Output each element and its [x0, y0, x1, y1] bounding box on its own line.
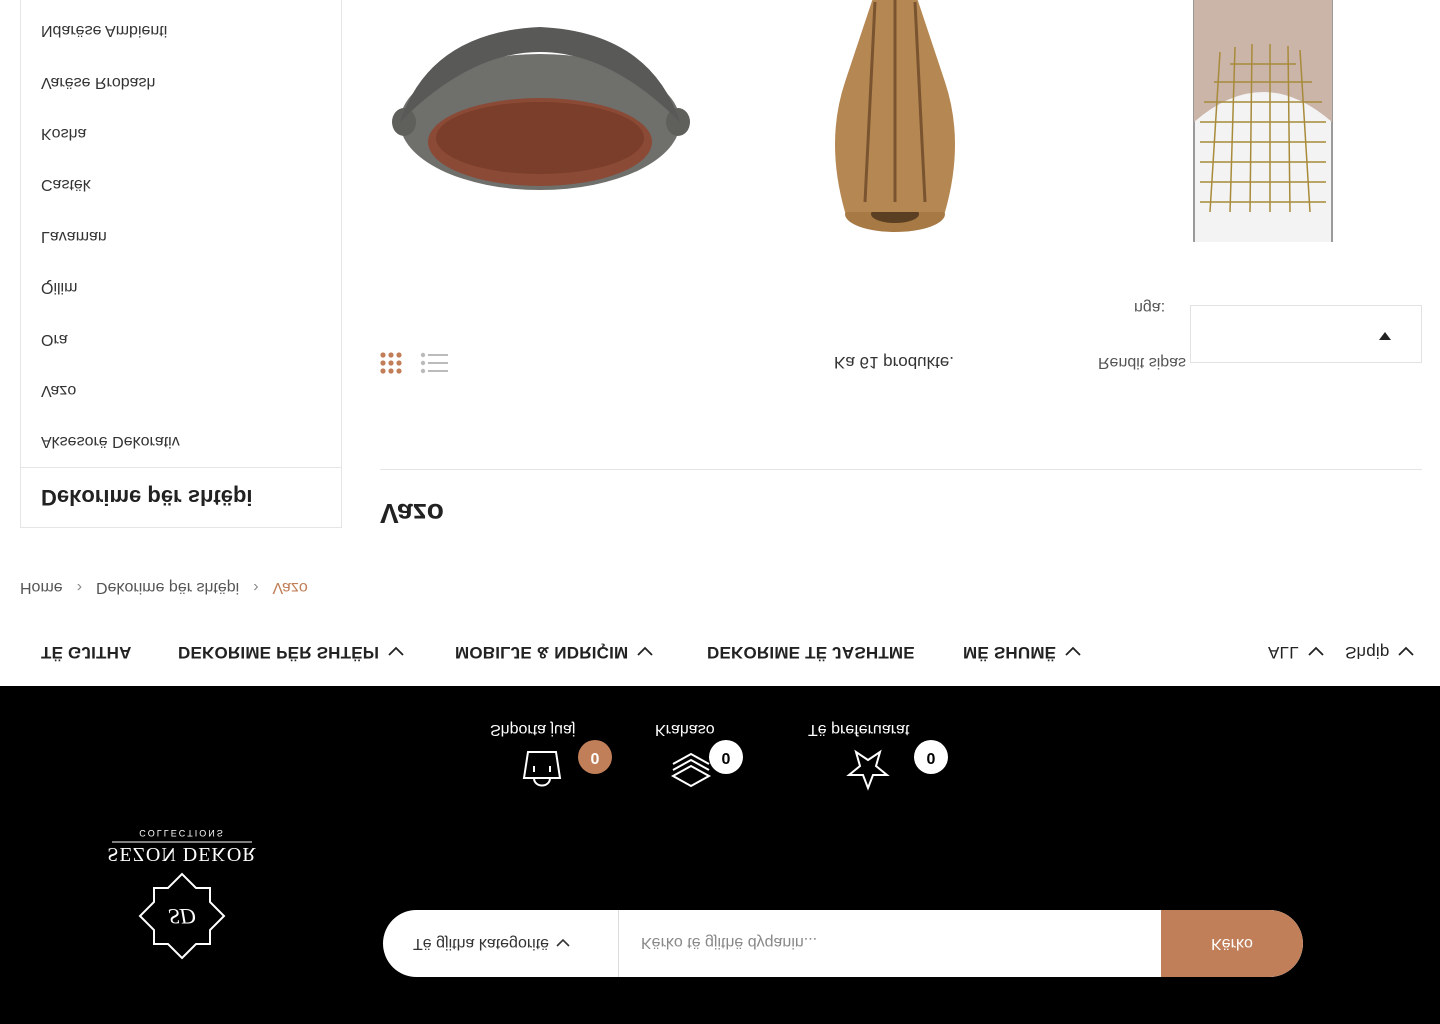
- svg-text:SEZON DEKOR: SEZON DEKOR: [107, 843, 256, 865]
- list-view-icon[interactable]: [420, 352, 448, 374]
- category-select[interactable]: Të gjitha kategoritë: [383, 910, 619, 977]
- wishlist-label: Të preferuarat: [808, 721, 910, 738]
- compare-count: 0: [709, 740, 743, 774]
- nav-item-label: MË SHUMË: [963, 643, 1057, 662]
- sidebar-item-bags[interactable]: Castëk: [21, 159, 341, 210]
- cart-link[interactable]: 0 Shporta juaj: [488, 714, 618, 794]
- wire-lamp-image[interactable]: [1190, 0, 1340, 242]
- breadcrumb: Home › Dekorime për shtëpi › Vazo: [20, 578, 308, 596]
- sidebar-item-vases[interactable]: Vazo: [21, 364, 341, 415]
- nav-item-label: DEKORIME TË JASHTME: [707, 643, 915, 662]
- cart-label: Shporta juaj: [490, 721, 576, 738]
- sidebar-item-coat-racks[interactable]: Varëse Rrobash: [21, 56, 341, 107]
- nav-item-all[interactable]: TË GJITHA: [41, 642, 132, 662]
- sidebar-item-sinks[interactable]: Lavaman: [21, 210, 341, 261]
- sidebar-item-room-dividers[interactable]: Ndarëse Ambienti: [21, 4, 341, 55]
- sidebar-item-baskets[interactable]: Kosha: [21, 107, 341, 158]
- svg-text:COLLECTIONS: COLLECTIONS: [139, 828, 225, 838]
- svg-text:SD: SD: [169, 904, 196, 929]
- category-select-label: Të gjitha kategoritë: [413, 935, 550, 953]
- wishlist-count: 0: [914, 740, 948, 774]
- star-icon: [846, 749, 890, 791]
- search-button[interactable]: Kërko: [1161, 910, 1303, 977]
- wishlist-link[interactable]: 0 Të preferuarat: [800, 714, 960, 794]
- breadcrumb-current: Vazo: [272, 579, 308, 596]
- shopping-bag-icon: [522, 751, 562, 787]
- search-bar: Të gjitha kategoritë Kërko: [383, 910, 1303, 977]
- main-nav: TË GJITHA DEKORIME PËR SHTËPI MOBILJE & …: [0, 614, 1440, 686]
- chevron-down-icon: [1065, 646, 1081, 656]
- nav-item-label: MOBILJE & NDRIÇIM: [455, 643, 629, 662]
- chevron-right-icon: ›: [76, 579, 83, 596]
- language-select[interactable]: Shqip: [1345, 642, 1415, 662]
- nav-item-label: DEKORIME PËR SHTËPI: [178, 643, 380, 662]
- chevron-down-icon: [1308, 646, 1324, 656]
- nav-item-home-decor[interactable]: DEKORIME PËR SHTËPI: [178, 642, 405, 662]
- nav-item-outdoor[interactable]: DEKORIME TË JASHTME: [707, 642, 915, 662]
- page: SD SEZON DEKOR COLLECTIONS Të gjitha kat…: [0, 0, 1440, 1024]
- sort-label: Rendit sipas nga:: [1098, 298, 1186, 372]
- site-header: SD SEZON DEKOR COLLECTIONS Të gjitha kat…: [0, 686, 1440, 1024]
- brand-logo[interactable]: SD SEZON DEKOR COLLECTIONS: [100, 826, 270, 966]
- wood-lamp-image[interactable]: [815, 0, 975, 242]
- chevron-down-icon: [637, 646, 654, 656]
- nav-item-furniture[interactable]: MOBILJE & NDRIÇIM: [455, 642, 654, 662]
- divider: [380, 469, 1422, 470]
- page-title: Vazo: [380, 498, 444, 529]
- grid-view-icon[interactable]: [380, 352, 402, 374]
- cart-count: 0: [578, 740, 612, 774]
- nav-item-label: TË GJITHA: [41, 643, 132, 662]
- category-sidebar: Dekorime për shtëpi Aksesorë Dekorativ V…: [20, 0, 342, 528]
- breadcrumb-parent[interactable]: Dekorime për shtëpi: [96, 578, 239, 596]
- sidebar-item-accessories[interactable]: Aksesorë Dekorativ: [21, 416, 341, 467]
- chevron-down-icon: [1398, 646, 1415, 656]
- nav-item-more[interactable]: MË SHUMË: [963, 642, 1082, 662]
- compare-link[interactable]: 0 Krahaso: [655, 714, 755, 794]
- chevron-down-icon: [388, 646, 404, 656]
- sidebar-title: Dekorime për shtëpi: [21, 467, 341, 527]
- currency-select[interactable]: ALL: [1268, 642, 1325, 662]
- caret-down-icon: [1379, 332, 1391, 340]
- chevron-down-icon: [556, 939, 570, 948]
- compare-label: Krahaso: [655, 721, 715, 738]
- breadcrumb-home[interactable]: Home: [20, 578, 63, 596]
- sort-select[interactable]: [1190, 305, 1422, 363]
- currency-label: ALL: [1268, 643, 1299, 662]
- search-input[interactable]: [639, 921, 1163, 963]
- layers-icon: [670, 752, 712, 788]
- sort-label-line1: Rendit sipas: [1098, 354, 1187, 371]
- chevron-right-icon: ›: [253, 579, 259, 596]
- language-label: Shqip: [1345, 643, 1390, 662]
- stone-bowl-image[interactable]: [390, 0, 700, 242]
- sidebar-item-rugs[interactable]: Qilim: [21, 261, 341, 312]
- product-count: Ka 61 produkte.: [834, 353, 955, 372]
- sort-label-line2: nga:: [1134, 298, 1166, 316]
- sidebar-item-clocks[interactable]: Ora: [21, 313, 341, 364]
